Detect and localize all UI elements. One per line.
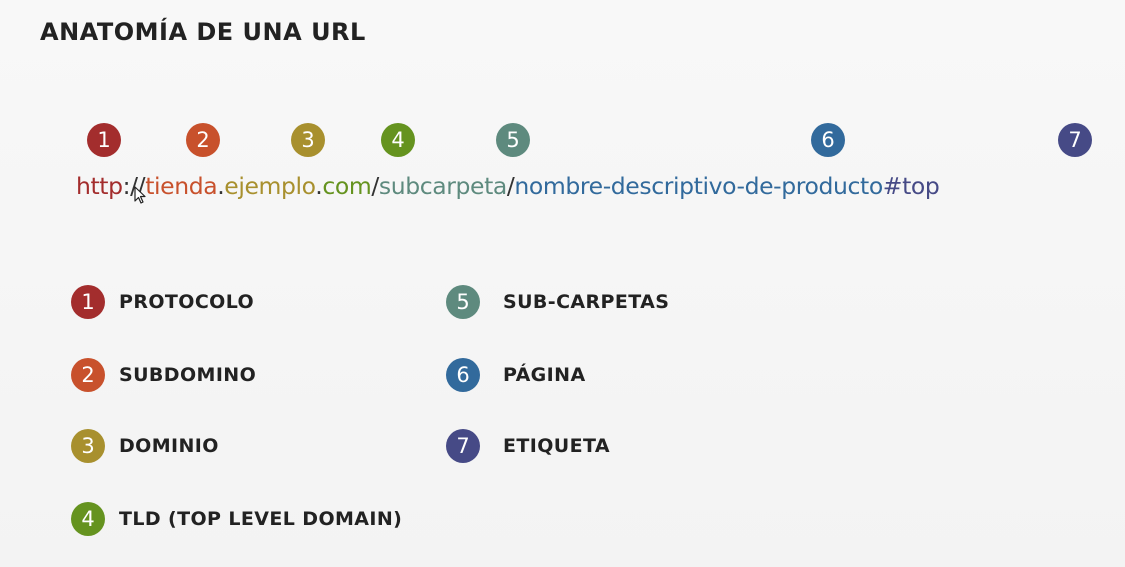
legend-label: PÁGINA [503, 364, 586, 386]
url-protocol: http [76, 172, 123, 200]
legend-label: PROTOCOLO [119, 291, 255, 313]
url-tld: com [322, 172, 372, 200]
badge-subfolder: 5 [496, 123, 530, 157]
badge-subdomain: 2 [186, 123, 220, 157]
url-subfolder: subcarpeta [378, 172, 507, 200]
legend-label: SUB-CARPETAS [503, 291, 670, 313]
mouse-cursor-icon [134, 186, 146, 204]
legend-badge: 4 [71, 502, 105, 536]
slide-title: ANATOMÍA DE UNA URL [40, 18, 366, 46]
url-slash: / [371, 172, 379, 200]
url-domain: ejemplo [224, 172, 316, 200]
slide: ANATOMÍA DE UNA URL 1 2 3 4 5 6 7 http:/… [0, 0, 1125, 567]
badge-domain: 3 [291, 123, 325, 157]
url-page: nombre-descriptivo-de-producto [514, 172, 883, 200]
legend-label: DOMINIO [119, 435, 219, 457]
badge-page: 6 [811, 123, 845, 157]
legend-badge: 7 [446, 429, 480, 463]
legend-badge: 5 [446, 285, 480, 319]
badge-tag: 7 [1058, 123, 1092, 157]
legend-label: ETIQUETA [503, 435, 610, 457]
badge-protocol: 1 [87, 123, 121, 157]
badge-tld: 4 [381, 123, 415, 157]
legend-badge: 3 [71, 429, 105, 463]
url-subdomain: tienda [145, 172, 218, 200]
url-tag: #top [882, 172, 940, 200]
url-example: http://tienda.ejemplo.com/subcarpeta/nom… [76, 172, 940, 200]
legend-badge: 1 [71, 285, 105, 319]
legend-badge: 2 [71, 358, 105, 392]
legend-label: TLD (TOP LEVEL DOMAIN) [119, 508, 403, 530]
legend-label: SUBDOMINO [119, 364, 257, 386]
legend-badge: 6 [446, 358, 480, 392]
